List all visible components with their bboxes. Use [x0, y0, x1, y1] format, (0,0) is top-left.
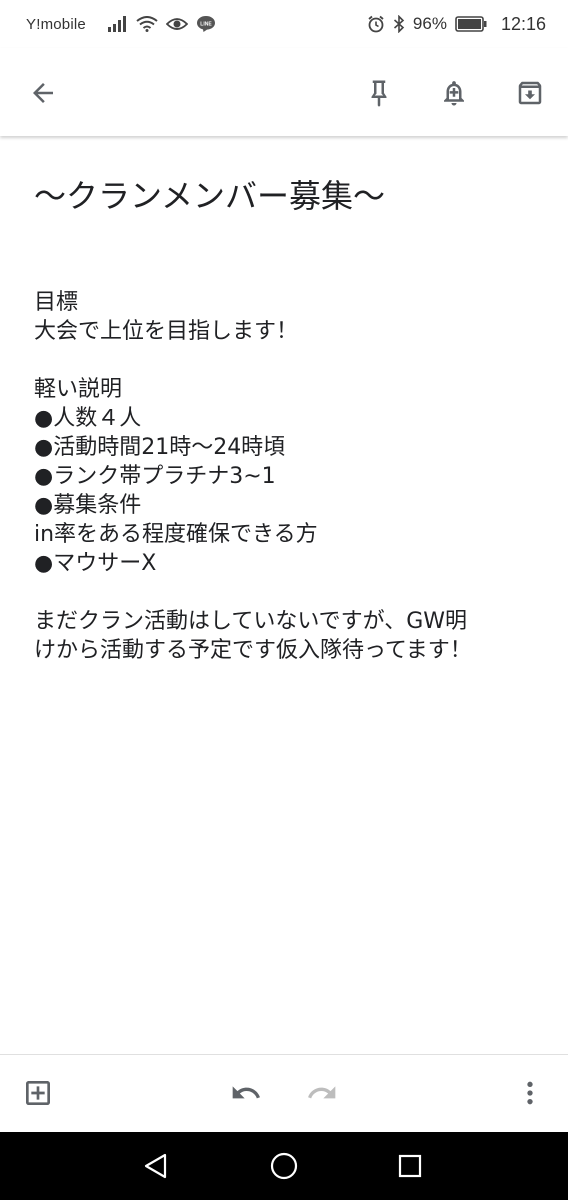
nav-back-button[interactable] [136, 1146, 176, 1186]
note-line: けから活動する予定です仮入隊待ってます！ [34, 638, 472, 663]
status-left: Y!mobile LINE [26, 15, 216, 33]
back-arrow-icon [33, 83, 53, 103]
pin-icon [371, 80, 387, 107]
battery-icon [455, 16, 487, 32]
add-reminder-button[interactable] [431, 70, 477, 116]
nav-home-icon [270, 1152, 298, 1180]
archive-icon [518, 81, 542, 105]
clock: 12:16 [500, 13, 546, 34]
status-right: 96% 12:16 [367, 14, 546, 35]
screen: Y!mobile LINE 96% 12:16 ～クランメンバー募集～ 目標 大… [0, 0, 568, 1200]
note-line: ●活動時間21時～24時頃 [34, 435, 286, 460]
bottom-action-bar [0, 1054, 568, 1132]
nav-back-icon [144, 1153, 167, 1179]
add-reminder-icon [444, 81, 464, 106]
note-line: 目標 [34, 290, 79, 315]
note-body[interactable]: 目標 大会で上位を目指します！ 軽い説明 ●人数４人 ●活動時間21時～24時頃… [34, 288, 534, 665]
note-editor[interactable]: ～クランメンバー募集～ 目標 大会で上位を目指します！ 軽い説明 ●人数４人 ●… [0, 138, 568, 1054]
note-line: ●ランク帯プラチナ3~1 [34, 464, 276, 489]
nav-recents-icon [398, 1154, 422, 1178]
nav-recents-button[interactable] [390, 1146, 430, 1186]
wifi-icon [136, 16, 158, 32]
more-options-button[interactable] [510, 1073, 550, 1113]
note-line: 大会で上位を目指します！ [34, 319, 299, 344]
note-line: まだクラン活動はしていないですが、GW明 [34, 609, 468, 634]
nav-home-button[interactable] [264, 1146, 304, 1186]
note-line: in率をある程度確保できる方 [34, 522, 318, 547]
alarm-icon [367, 15, 385, 33]
note-line [34, 346, 534, 375]
note-line [34, 578, 534, 607]
undo-button[interactable] [226, 1073, 266, 1113]
more-vert-icon [527, 1081, 533, 1105]
signal-icon [107, 16, 128, 32]
note-line: 軽い説明 [34, 377, 123, 402]
archive-button[interactable] [507, 70, 553, 116]
note-title[interactable]: ～クランメンバー募集～ [34, 174, 534, 218]
eye-icon [165, 16, 188, 32]
bluetooth-icon [393, 15, 405, 33]
status-bar: Y!mobile LINE 96% 12:16 [0, 0, 568, 48]
note-toolbar [0, 48, 568, 136]
redo-icon [308, 1086, 336, 1099]
note-line: ●マウサーX [34, 551, 157, 576]
battery-percent: 96% [412, 14, 447, 33]
carrier-label: Y!mobile [26, 15, 86, 33]
back-button[interactable] [20, 70, 66, 116]
line-app-icon: LINE [196, 15, 216, 33]
note-line: ●募集条件 [34, 493, 142, 518]
undo-icon [232, 1086, 260, 1099]
add-box-icon [26, 1081, 50, 1105]
system-nav-bar [0, 1132, 568, 1200]
redo-button[interactable] [302, 1073, 342, 1113]
pin-button[interactable] [356, 70, 402, 116]
svg-text:LINE: LINE [200, 22, 212, 28]
add-content-button[interactable] [18, 1073, 58, 1113]
note-line: ●人数４人 [34, 406, 142, 431]
